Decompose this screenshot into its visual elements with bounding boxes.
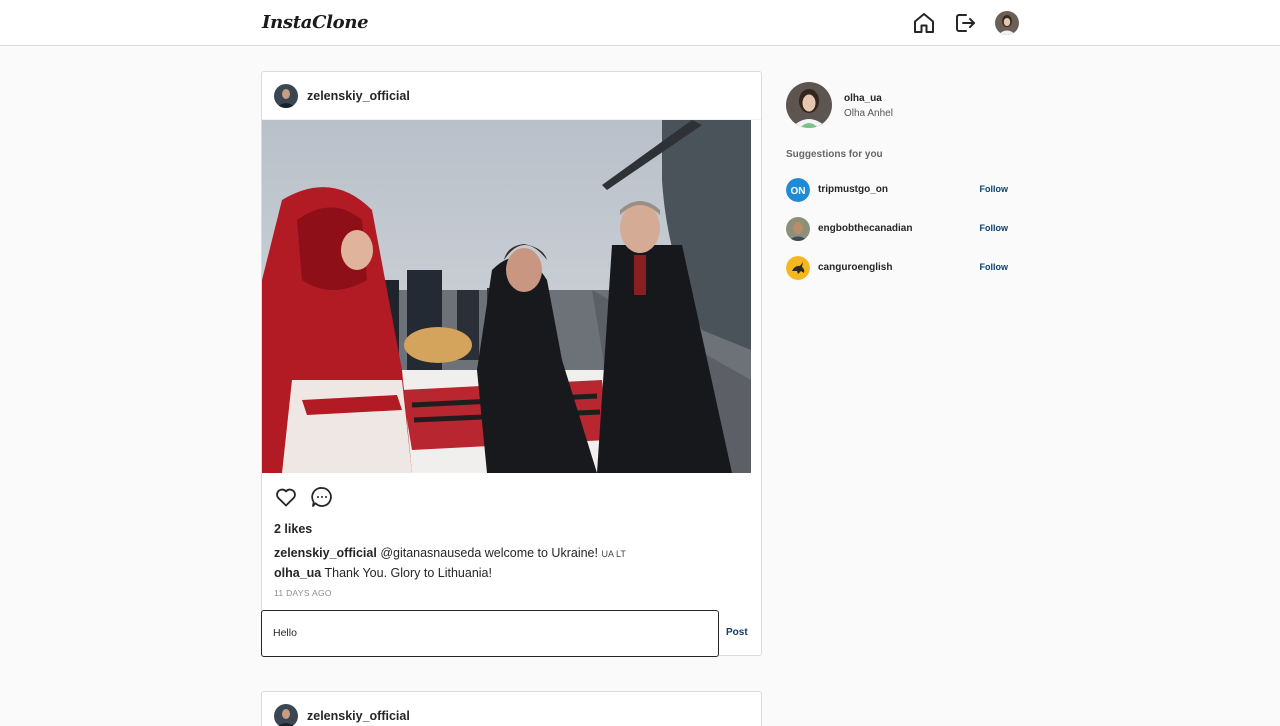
post-author-avatar[interactable] xyxy=(274,704,298,726)
current-user-fullname: Olha Anhel xyxy=(844,108,893,119)
follow-button[interactable]: Follow xyxy=(980,223,1009,233)
suggestion-avatar[interactable]: ON xyxy=(786,178,810,202)
post-header: zelenskiy_official xyxy=(262,692,761,726)
post-header: zelenskiy_official xyxy=(262,72,761,120)
comment-text: @gitanasnauseda welcome to Ukraine! xyxy=(380,546,598,560)
post-author-username[interactable]: zelenskiy_official xyxy=(307,89,410,103)
post-photo[interactable] xyxy=(262,120,751,473)
logout-icon[interactable] xyxy=(953,11,977,35)
follow-button[interactable]: Follow xyxy=(980,262,1009,272)
current-user-username[interactable]: olha_ua xyxy=(844,93,882,104)
post-timestamp: 11 DAYS AGO xyxy=(274,588,332,598)
app-logo[interactable]: InstaClone xyxy=(262,12,369,33)
likes-count: 2 likes xyxy=(274,522,313,536)
comment: olha_ua Thank You. Glory to Lithuania! xyxy=(274,566,492,580)
suggestion-item: ON tripmustgo_on Follow xyxy=(786,178,1008,202)
suggestion-avatar[interactable] xyxy=(786,256,810,280)
suggestion-username[interactable]: engbobthecanadian xyxy=(818,223,912,234)
suggestion-username[interactable]: canguroenglish xyxy=(818,262,892,273)
comment-username[interactable]: zelenskiy_official xyxy=(274,546,377,560)
post-card: zelenskiy_official xyxy=(261,71,762,657)
post-comment-button[interactable]: Post xyxy=(726,627,748,638)
heart-icon[interactable] xyxy=(274,485,298,509)
suggestion-item: canguroenglish Follow xyxy=(786,256,1008,280)
comment-icon[interactable] xyxy=(310,485,334,509)
suggestion-item: engbobthecanadian Follow xyxy=(786,217,1008,241)
comment-input[interactable] xyxy=(273,624,673,642)
post-author-username[interactable]: zelenskiy_official xyxy=(307,709,410,723)
svg-text:ON: ON xyxy=(791,186,806,197)
comment-field-wrapper xyxy=(261,610,719,657)
comment-text: Thank You. Glory to Lithuania! xyxy=(324,566,492,580)
suggestion-avatar[interactable] xyxy=(786,217,810,241)
suggestions-title: Suggestions for you xyxy=(786,149,883,160)
suggestion-username[interactable]: tripmustgo_on xyxy=(818,184,888,195)
post-author-avatar[interactable] xyxy=(274,84,298,108)
current-user-avatar[interactable] xyxy=(786,82,832,128)
caption: zelenskiy_official @gitanasnauseda welco… xyxy=(274,546,626,560)
top-navbar: InstaClone xyxy=(0,0,1280,46)
profile-avatar[interactable] xyxy=(995,11,1019,35)
comment-username[interactable]: olha_ua xyxy=(274,566,321,580)
home-icon[interactable] xyxy=(912,11,936,35)
flag-emojis: UA LT xyxy=(601,549,626,559)
follow-button[interactable]: Follow xyxy=(980,184,1009,194)
post-card: zelenskiy_official xyxy=(261,691,762,726)
